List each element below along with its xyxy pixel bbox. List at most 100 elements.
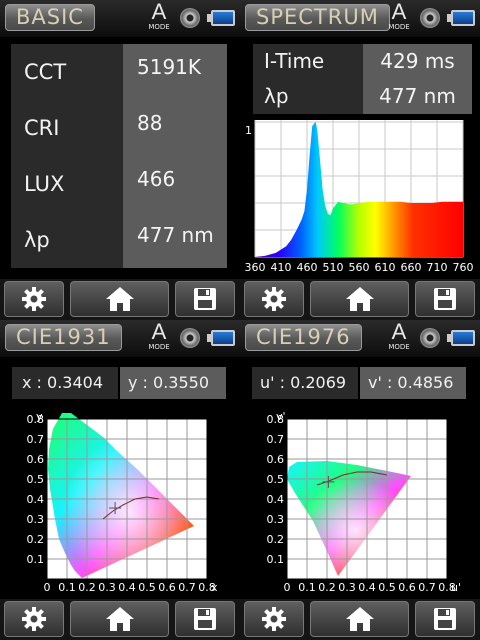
y-tick-label: 0.2 [267,533,285,546]
x-tick-label: 0.4 [358,581,376,594]
app-screen: BASIC A MODE CCT 5191K CRI 88 LUX 466 λp [0,0,480,640]
y-tick-label: 1 [245,124,252,137]
x-tick-label: 0.4 [118,581,136,594]
x-tick-label: 0.2 [78,581,96,594]
y-tick-label: 0.7 [27,433,45,446]
floppy-disk-icon [434,288,456,310]
gear-icon [22,287,46,311]
cie1931-diagram: 0 0.1 0.2 0.3 0.4 0.5 0.6 0.7 0.80.10.20.30.40.5… [27,410,219,594]
table-row: CRI 88 [11,100,227,156]
header-bar: SPECTRUM A MODE [240,0,480,37]
save-button[interactable] [415,281,475,317]
floppy-disk-icon [434,608,456,630]
x-coordinate: x : 0.3404 [12,367,118,399]
itime-value: 429 ms [363,44,472,79]
header-bar: BASIC A MODE [0,0,240,37]
gear-icon [262,607,286,631]
basic-panel: BASIC A MODE CCT 5191K CRI 88 LUX 466 λp [0,0,240,320]
y-tick-label: 0.3 [27,513,45,526]
mode-button[interactable]: A MODE [146,321,172,353]
table-row: CCT 5191K [11,44,227,100]
y-coordinate: y : 0.3550 [120,367,226,399]
home-icon [345,287,374,311]
x-tick-label: 0.7 [178,581,196,594]
spectrum-chart: 1 360 410 460 510 560 610 660 710 760 [245,120,474,274]
spectrum-info-table: I-Time 429 ms λp 477 nm [253,44,472,114]
table-row: λp 477 nm [253,79,472,114]
gear-icon [22,607,46,631]
x-tick-label: 0.6 [398,581,416,594]
table-row: I-Time 429 ms [253,44,472,79]
x-tick-label: 0 [284,581,291,594]
footer-toolbar [240,599,480,640]
gear-icon [262,287,286,311]
y-tick-label: 0.6 [267,453,285,466]
battery-icon [447,330,475,346]
x-tick-label: 360 [245,261,266,274]
row-value: 5191K [123,44,227,100]
x-axis-label: x [211,581,218,594]
y-tick-label: 0.1 [27,553,45,566]
row-value: 477 nm [123,212,227,268]
home-button[interactable] [70,281,169,317]
mode-button[interactable]: A MODE [386,321,412,353]
y-tick-label: 0.3 [267,513,285,526]
mode-button[interactable]: A MODE [146,1,172,33]
floppy-disk-icon [194,288,216,310]
panel-title[interactable]: BASIC [5,4,95,31]
panel-title[interactable]: CIE1931 [5,324,122,351]
header-bar: CIE1976 A MODE [240,320,480,357]
basic-table: CCT 5191K CRI 88 LUX 466 λp 477 nm [11,44,227,268]
footer-toolbar [0,599,240,640]
x-tick-labels: 360 410 460 510 560 610 660 710 760 [245,261,474,274]
x-tick-label: 510 [323,261,344,274]
cie1976-diagram: 0 0.1 0.2 0.3 0.4 0.5 0.6 0.7 0.80.10.20.30.40.5… [267,410,462,594]
floppy-disk-icon [194,608,216,630]
disc-icon [180,8,200,28]
mode-button[interactable]: A MODE [386,1,412,33]
row-label: CCT [11,44,123,100]
itime-label: I-Time [253,44,363,79]
settings-button[interactable] [4,281,64,317]
v-coordinate: v' : 0.4856 [360,367,466,399]
cie1976-panel: CIE1976 A MODE u' : 0.2069 v' : 0.4856 0… [240,320,480,640]
panel-title[interactable]: CIE1976 [245,324,362,351]
x-tick-label: 0.3 [98,581,116,594]
y-tick-label: 0.5 [27,473,45,486]
peak-label: λp [253,79,363,114]
x-tick-label: 0.7 [418,581,436,594]
save-button[interactable] [415,601,475,637]
table-row: λp 477 nm [11,212,227,268]
mode-label: MODE [148,343,170,351]
mode-letter: A [151,320,167,344]
row-label: λp [11,212,123,268]
x-tick-label: 660 [401,261,422,274]
home-button[interactable] [310,601,409,637]
footer-toolbar [240,279,480,320]
home-icon [105,287,134,311]
mode-label: MODE [388,343,410,351]
x-tick-label: 410 [271,261,292,274]
row-label: CRI [11,100,123,156]
disc-icon [420,8,440,28]
mode-label: MODE [388,23,410,31]
settings-button[interactable] [244,281,304,317]
settings-button[interactable] [244,601,304,637]
y-tick-label: 0.2 [27,533,45,546]
y-tick-label: 0.4 [267,493,285,506]
footer-toolbar [0,279,240,320]
home-icon [345,607,374,631]
settings-button[interactable] [4,601,64,637]
save-button[interactable] [175,601,235,637]
y-tick-label: 0.6 [27,453,45,466]
mode-label: MODE [148,23,170,31]
y-axis-label: v' [276,410,286,423]
mode-letter: A [391,320,407,344]
home-button[interactable] [70,601,169,637]
mode-letter: A [391,0,407,24]
save-button[interactable] [175,281,235,317]
home-button[interactable] [310,281,409,317]
row-value: 88 [123,100,227,156]
battery-icon [207,10,235,26]
panel-title[interactable]: SPECTRUM [245,4,390,31]
